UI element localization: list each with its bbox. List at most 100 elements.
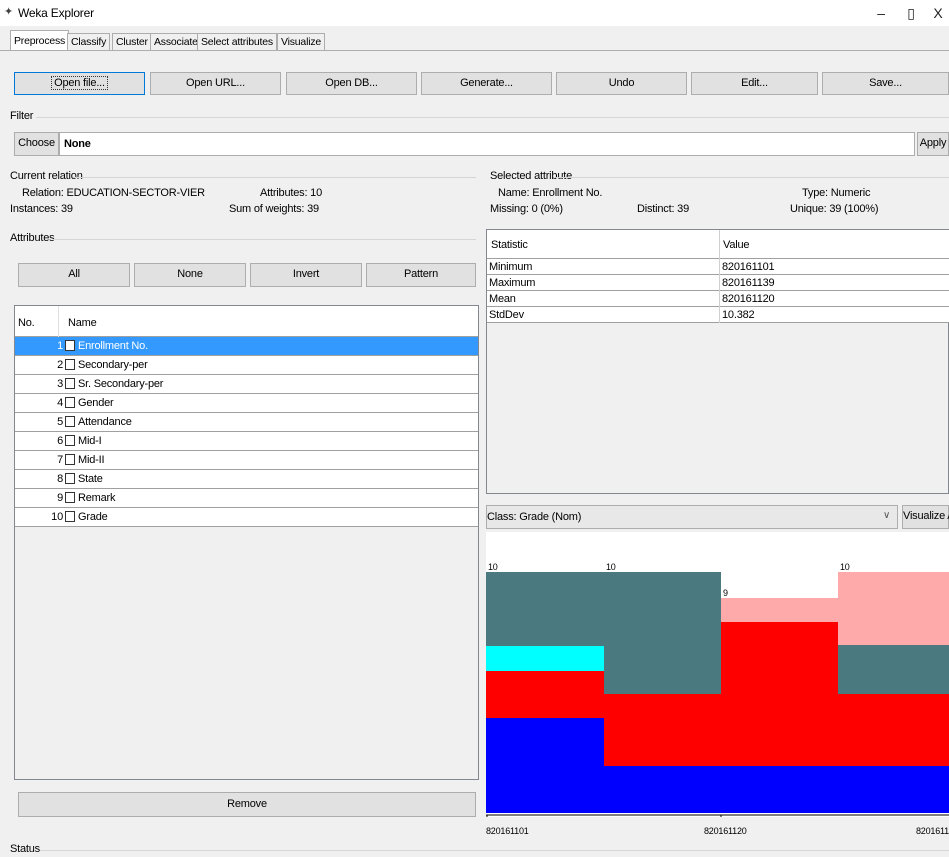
bin-count-label: 10 bbox=[488, 562, 498, 572]
relation-group-line bbox=[73, 177, 476, 178]
checkbox[interactable] bbox=[65, 416, 75, 427]
bar-1-blue bbox=[486, 718, 604, 813]
bin-count-label: 10 bbox=[840, 562, 850, 572]
filter-group-line bbox=[36, 117, 949, 118]
tab-visualize[interactable]: Visualize bbox=[277, 33, 326, 50]
choose-button[interactable]: Choose bbox=[14, 132, 59, 156]
tab-select-attributes[interactable]: Select attributes bbox=[197, 33, 277, 50]
checkbox[interactable] bbox=[65, 435, 75, 446]
invert-button[interactable]: Invert bbox=[250, 263, 362, 287]
column-value-header[interactable]: Value bbox=[723, 239, 750, 251]
attributes-label: Attributes bbox=[10, 232, 55, 244]
table-row[interactable]: Maximum 820161139 bbox=[487, 275, 949, 291]
select-none-button[interactable]: None bbox=[134, 263, 246, 287]
open-file-button[interactable]: Open file... bbox=[14, 72, 145, 95]
checkbox[interactable] bbox=[65, 511, 75, 522]
selected-attribute-label: Selected attribute bbox=[490, 170, 573, 182]
weka-bird-icon: ✦ bbox=[4, 6, 14, 18]
filter-label: Filter bbox=[10, 110, 34, 122]
bar-2-red bbox=[604, 694, 721, 766]
attributes-table-header: No. Name bbox=[15, 306, 478, 337]
bar-3-red bbox=[721, 622, 838, 766]
bar-2-blue bbox=[604, 766, 721, 813]
filter-field[interactable]: None bbox=[59, 132, 915, 156]
sum-of-weights: Sum of weights: 39 bbox=[229, 203, 319, 215]
table-row[interactable]: Minimum 820161101 bbox=[487, 259, 949, 275]
bar-3-pink bbox=[721, 598, 838, 622]
window-title: Weka Explorer bbox=[18, 6, 94, 20]
checkbox[interactable] bbox=[65, 359, 75, 370]
table-row[interactable]: 3 Sr. Secondary-per bbox=[15, 375, 478, 394]
tab-cluster[interactable]: Cluster bbox=[112, 33, 152, 50]
bar-3-blue bbox=[721, 766, 838, 813]
bar-4-teal bbox=[838, 645, 949, 694]
class-select[interactable]: Class: Grade (Nom) ∨ bbox=[486, 505, 898, 529]
table-row[interactable]: StdDev 10.382 bbox=[487, 307, 949, 323]
table-row[interactable]: 6 Mid-I bbox=[15, 432, 478, 451]
checkbox[interactable] bbox=[65, 454, 75, 465]
generate-button[interactable]: Generate... bbox=[421, 72, 552, 95]
open-url-button[interactable]: Open URL... bbox=[150, 72, 281, 95]
attribute-distinct: Distinct: 39 bbox=[637, 203, 690, 215]
pattern-button[interactable]: Pattern bbox=[366, 263, 476, 287]
histogram-svg bbox=[486, 572, 949, 817]
attribute-missing: Missing: 0 (0%) bbox=[490, 203, 563, 215]
checkbox[interactable] bbox=[65, 473, 75, 484]
edit-button[interactable]: Edit... bbox=[691, 72, 818, 95]
tab-divider bbox=[0, 50, 949, 51]
undo-button[interactable]: Undo bbox=[556, 72, 687, 95]
tab-preprocess[interactable]: Preprocess bbox=[10, 30, 70, 50]
filter-value: None bbox=[64, 138, 91, 150]
visualize-all-button[interactable]: Visualize All bbox=[902, 505, 949, 529]
axis-label-mid: 820161120 bbox=[704, 826, 747, 836]
header-divider bbox=[719, 230, 720, 259]
selected-attribute-group-line bbox=[556, 177, 949, 178]
table-row[interactable]: 1 Enrollment No. bbox=[15, 337, 478, 356]
table-row[interactable]: 10 Grade bbox=[15, 508, 478, 527]
table-row[interactable]: 7 Mid-II bbox=[15, 451, 478, 470]
table-row[interactable]: 5 Attendance bbox=[15, 413, 478, 432]
tab-bar: Preprocess Classify Cluster Associate Se… bbox=[0, 28, 949, 50]
attribute-name: Name: Enrollment No. bbox=[498, 187, 603, 199]
bar-4-blue bbox=[838, 766, 949, 813]
chevron-down-icon: ∨ bbox=[883, 510, 891, 521]
checkbox[interactable] bbox=[65, 397, 75, 408]
save-button[interactable]: Save... bbox=[822, 72, 949, 95]
statistics-table[interactable]: Statistic Value Minimum 820161101 Maximum… bbox=[486, 229, 949, 494]
minimize-button[interactable]: – bbox=[866, 2, 896, 24]
status-label: Status bbox=[10, 843, 40, 855]
close-button[interactable]: X bbox=[923, 2, 949, 24]
table-row[interactable]: 8 State bbox=[15, 470, 478, 489]
title-bar: ✦ Weka Explorer – ▯ X bbox=[0, 0, 949, 26]
checkbox[interactable] bbox=[65, 378, 75, 389]
remove-button[interactable]: Remove bbox=[18, 792, 476, 817]
attributes-count: Attributes: 10 bbox=[260, 187, 323, 199]
open-db-button[interactable]: Open DB... bbox=[286, 72, 417, 95]
table-row[interactable]: Mean 820161120 bbox=[487, 291, 949, 307]
bin-count-label: 9 bbox=[723, 588, 728, 598]
relation-name: Relation: EDUCATION-SECTOR-VIER bbox=[22, 187, 205, 199]
attributes-table[interactable]: No. Name 1 Enrollment No. 2 Secondary-per … bbox=[14, 305, 479, 780]
axis-label-max: 8201611 bbox=[916, 826, 949, 836]
bar-4-pink bbox=[838, 572, 949, 645]
restore-button[interactable]: ▯ bbox=[896, 2, 926, 24]
bin-count-label: 10 bbox=[606, 562, 616, 572]
table-row[interactable]: 2 Secondary-per bbox=[15, 356, 478, 375]
bar-4-red bbox=[838, 694, 949, 766]
tab-classify[interactable]: Classify bbox=[67, 33, 111, 50]
select-all-button[interactable]: All bbox=[18, 263, 130, 287]
instances-count: Instances: 39 bbox=[10, 203, 73, 215]
column-name-header[interactable]: Name bbox=[68, 317, 97, 329]
table-row[interactable]: 9 Remark bbox=[15, 489, 478, 508]
tab-associate[interactable]: Associate bbox=[150, 33, 202, 50]
column-no-header[interactable]: No. bbox=[18, 317, 35, 329]
bar-1-cyan bbox=[486, 646, 604, 671]
checkbox[interactable] bbox=[65, 492, 75, 503]
attribute-unique: Unique: 39 (100%) bbox=[790, 203, 879, 215]
status-group-line bbox=[40, 850, 949, 851]
apply-button[interactable]: Apply bbox=[917, 132, 949, 156]
table-row[interactable]: 4 Gender bbox=[15, 394, 478, 413]
checkbox[interactable] bbox=[65, 340, 75, 351]
attribute-type: Type: Numeric bbox=[802, 187, 871, 199]
column-statistic-header[interactable]: Statistic bbox=[491, 239, 528, 251]
